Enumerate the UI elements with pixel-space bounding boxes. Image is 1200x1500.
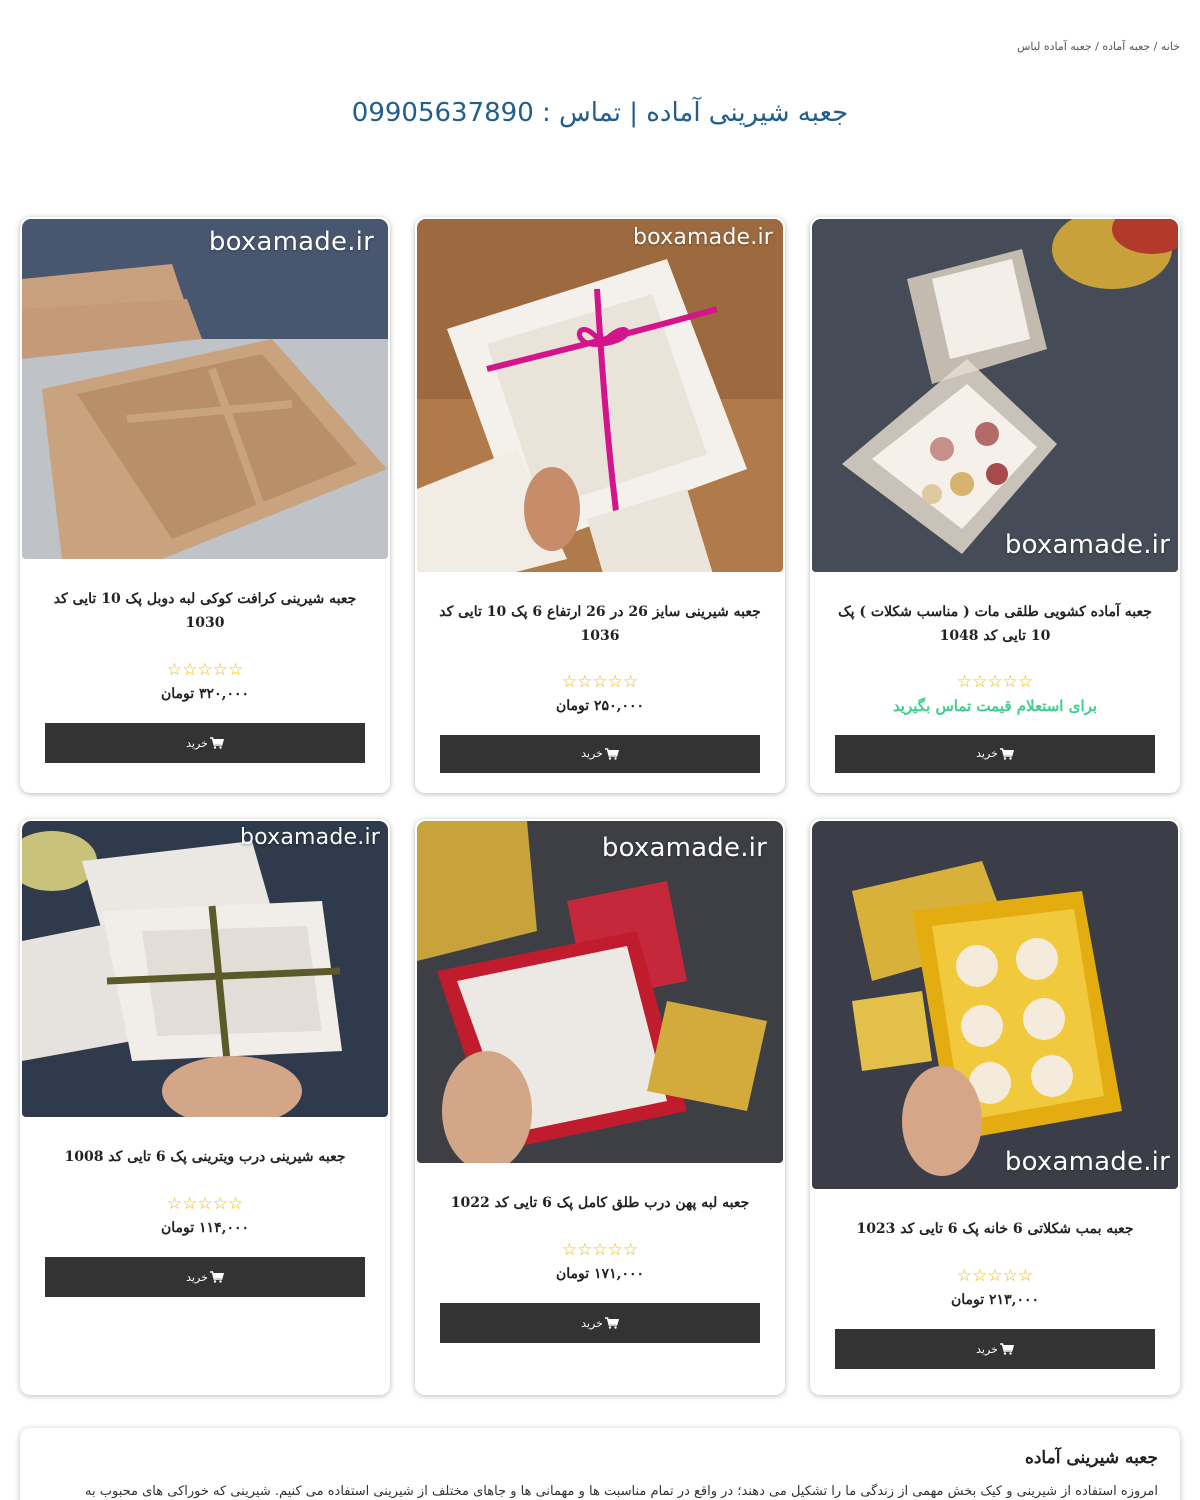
product-title[interactable]: جعبه بمب شکلاتی 6 خانه پک 6 تایی کد 1023 xyxy=(842,1217,1147,1241)
product-price: ۳۲۰,۰۰۰ تومان xyxy=(160,686,250,702)
breadcrumb-separator: / xyxy=(1091,40,1103,53)
cart-icon xyxy=(999,747,1014,760)
breadcrumb-current: جعبه آماده لباس xyxy=(1016,40,1092,53)
star-outline-icon: ☆☆☆☆☆ xyxy=(956,1266,1034,1286)
star-outline-icon: ☆☆☆☆☆ xyxy=(956,671,1034,692)
buy-button-label: خرید xyxy=(186,1270,208,1284)
price-contact-note: برای استعلام قیمت تماس بگیرید xyxy=(892,696,1098,715)
product-title[interactable]: جعبه شیرینی سایز 26 در 26 ارتفاع 6 پک 10… xyxy=(417,600,783,646)
product-card: boxamade.ir جعبه بمب شکلاتی 6 خانه پک 6 … xyxy=(810,819,1180,1395)
product-card: boxamade.ir جعبه لبه پهن درب طلق کامل پک… xyxy=(415,819,785,1395)
cart-icon xyxy=(604,1317,619,1329)
buy-button-label: خرید xyxy=(581,747,603,761)
buy-button[interactable]: خرید xyxy=(45,723,365,763)
rating-stars: ☆☆☆☆☆ xyxy=(167,661,243,679)
star-outline-icon: ☆☆☆☆☆ xyxy=(166,660,244,680)
product-card: boxamade.ir جعبه شیرینی درب ویترینی پک 6… xyxy=(20,819,390,1395)
cart-icon xyxy=(209,1271,224,1283)
buy-button-label: خرید xyxy=(186,736,208,750)
rating-stars: ☆☆☆☆☆ xyxy=(957,1267,1033,1285)
product-price: ۲۵۰,۰۰۰ تومان xyxy=(555,697,645,714)
description-title: جعبه شیرینی آماده xyxy=(1024,1448,1158,1468)
product-title[interactable]: جعبه شیرینی درب ویترینی پک 6 تایی کد 100… xyxy=(50,1145,359,1169)
product-card: boxamade.ir جعبه شیرینی سایز 26 در 26 ار… xyxy=(415,217,785,793)
star-outline-icon: ☆☆☆☆☆ xyxy=(561,1240,639,1260)
breadcrumb-home-link[interactable]: خانه xyxy=(1161,40,1180,53)
breadcrumb-category-link[interactable]: جعبه آماده xyxy=(1102,40,1150,53)
product-image[interactable]: boxamade.ir xyxy=(22,821,388,1117)
product-image[interactable]: boxamade.ir xyxy=(812,219,1178,573)
description-section: جعبه شیرینی آماده امروزه استفاده از شیری… xyxy=(20,1428,1180,1500)
product-image[interactable]: boxamade.ir xyxy=(417,219,783,573)
rating-stars: ☆☆☆☆☆ xyxy=(562,673,638,691)
watermark: boxamade.ir xyxy=(1004,530,1170,561)
watermark: boxamade.ir xyxy=(239,825,380,850)
buy-button[interactable]: خرید xyxy=(835,734,1155,773)
breadcrumb: خانه / جعبه آماده / جعبه آماده لباس xyxy=(1017,40,1180,53)
product-grid: boxamade.ir جعبه آماده کشویی طلقی مات ( … xyxy=(20,217,1180,1395)
product-price: ۲۱۳,۰۰۰ تومان xyxy=(950,1292,1040,1308)
product-card: boxamade.ir جعبه شیرینی کرافت کوکی لبه د… xyxy=(20,217,390,793)
buy-button-label: خرید xyxy=(976,1342,998,1356)
buy-button-label: خرید xyxy=(581,1316,603,1330)
watermark: boxamade.ir xyxy=(208,227,374,257)
watermark: boxamade.ir xyxy=(632,225,773,250)
product-title[interactable]: جعبه شیرینی کرافت کوکی لبه دوبل پک 10 تا… xyxy=(22,587,388,635)
buy-button[interactable]: خرید xyxy=(45,1257,365,1297)
buy-button[interactable]: خرید xyxy=(440,734,760,773)
watermark: boxamade.ir xyxy=(601,833,767,863)
product-price: ۱۷۱,۰۰۰ تومان xyxy=(555,1266,645,1282)
cart-icon xyxy=(209,737,224,749)
product-image[interactable]: boxamade.ir xyxy=(417,821,783,1163)
cart-icon xyxy=(604,747,619,760)
cart-icon xyxy=(999,1343,1014,1355)
buy-button-label: خرید xyxy=(976,747,998,761)
star-outline-icon: ☆☆☆☆☆ xyxy=(561,671,639,692)
product-title[interactable]: جعبه لبه پهن درب طلق کامل پک 6 تایی کد 1… xyxy=(437,1191,763,1215)
rating-stars: ☆☆☆☆☆ xyxy=(957,673,1033,691)
rating-stars: ☆☆☆☆☆ xyxy=(167,1195,243,1213)
star-outline-icon: ☆☆☆☆☆ xyxy=(166,1194,244,1214)
rating-stars: ☆☆☆☆☆ xyxy=(562,1241,638,1259)
product-card: boxamade.ir جعبه آماده کشویی طلقی مات ( … xyxy=(810,217,1180,793)
product-image[interactable]: boxamade.ir xyxy=(22,219,388,559)
product-price: ۱۱۴,۰۰۰ تومان xyxy=(160,1220,250,1236)
product-image[interactable]: boxamade.ir xyxy=(812,821,1178,1189)
breadcrumb-separator: / xyxy=(1150,40,1161,53)
buy-button[interactable]: خرید xyxy=(440,1303,760,1343)
page-title: جعبه شیرینی آماده | تماس : 09905637890 xyxy=(351,98,849,128)
buy-button[interactable]: خرید xyxy=(835,1329,1155,1369)
product-title[interactable]: جعبه آماده کشویی طلقی مات ( مناسب شکلات … xyxy=(812,600,1178,646)
description-text: امروزه استفاده از شیرینی و کیک بخش مهمی … xyxy=(85,1484,1158,1499)
watermark: boxamade.ir xyxy=(1004,1147,1170,1177)
